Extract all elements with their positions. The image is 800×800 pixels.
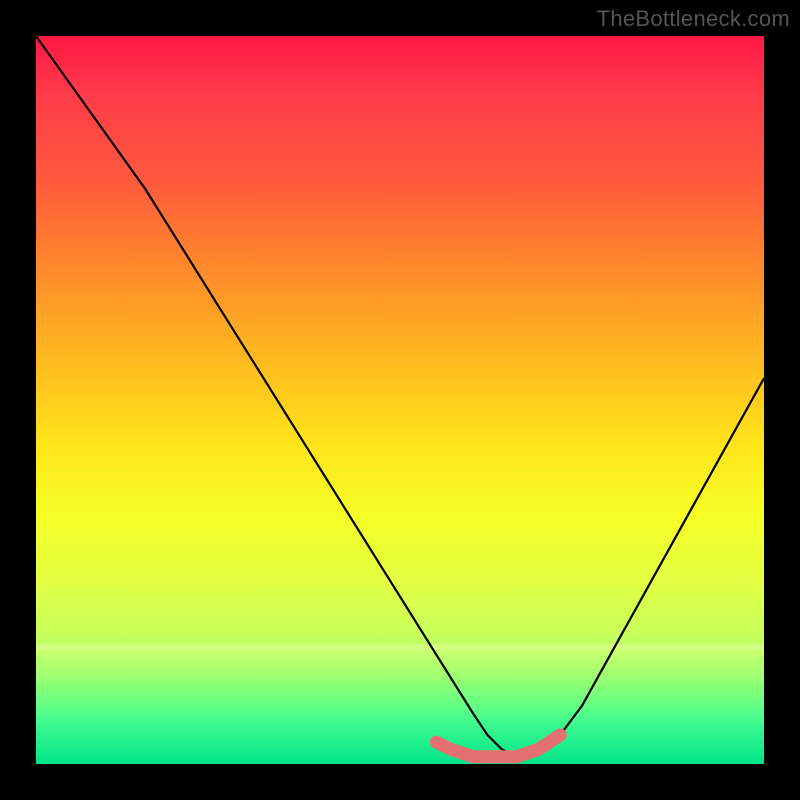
chart-frame: TheBottleneck.com <box>0 0 800 800</box>
plot-area <box>36 36 764 764</box>
watermark-text: TheBottleneck.com <box>597 6 790 32</box>
bottleneck-curve-path <box>36 36 764 757</box>
curve-svg <box>36 36 764 764</box>
